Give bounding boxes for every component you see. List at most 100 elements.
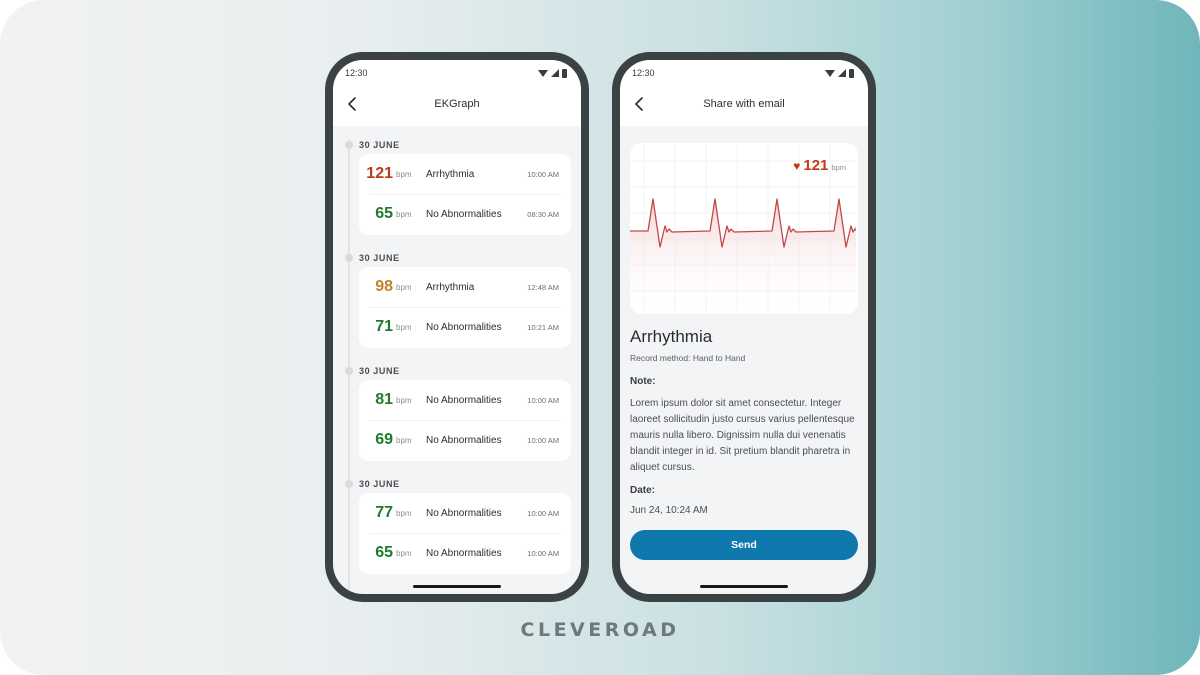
bpm-value: 98: [375, 278, 393, 295]
note-text: Lorem ipsum dolor sit amet consectetur. …: [630, 398, 855, 473]
date-label: Date:: [630, 485, 656, 496]
record-row[interactable]: 77 bpm No Abnormalities 10:00 AM: [359, 493, 571, 533]
bpm-unit: bpm: [396, 209, 412, 219]
share-screen: 12:30 Share with email ♥ 121 bpm Arrhyth…: [620, 60, 868, 594]
record-card: 121 bpm Arrhythmia 10:00 AM 65 bpm No Abnormal…: [359, 154, 571, 235]
diagnosis: No Abnormalities: [426, 321, 502, 333]
group-date-header: 30 JUNE: [345, 366, 400, 376]
signal-icon: [551, 69, 559, 77]
chevron-left-icon: [635, 97, 643, 111]
bpm-value: 121: [366, 165, 393, 182]
record-row[interactable]: 121 bpm Arrhythmia 10:00 AM: [359, 154, 571, 194]
back-button[interactable]: [632, 96, 646, 112]
record-list[interactable]: 30 JUNE 121 bpm Arrhythmia 10:00 AM 65 bpm No A…: [333, 126, 581, 594]
diagnosis: No Abnormalities: [426, 434, 502, 446]
bpm-unit: bpm: [396, 169, 412, 179]
ecg-card: ♥ 121 bpm: [630, 143, 858, 314]
timeline-dot: [345, 254, 353, 262]
record-row[interactable]: 98 bpm Arrhythmia 12:48 AM: [359, 267, 571, 307]
record-title: Arrhythmia: [630, 327, 713, 346]
group-date: 30 JUNE: [359, 140, 400, 150]
bpm-value: 69: [375, 431, 393, 448]
battery-icon: [562, 68, 567, 78]
record-row[interactable]: 71 bpm No Abnormalities 10:21 AM: [359, 307, 571, 347]
bpm-unit: bpm: [396, 395, 412, 405]
status-icons: [825, 68, 854, 78]
status-bar: 12:30: [345, 65, 567, 81]
background: 12:30 EKGraph 30 JUNE 121 bpm Arrhythmia…: [0, 0, 1200, 675]
bpm-unit: bpm: [396, 435, 412, 445]
record-time: 10:00 AM: [527, 169, 559, 179]
timeline-dot: [345, 367, 353, 375]
bpm-value: 81: [375, 391, 393, 408]
app-bar: 12:30 Share with email: [620, 60, 868, 126]
group-date-header: 30 JUNE: [345, 253, 400, 263]
phone-share: 12:30 Share with email ♥ 121 bpm Arrhyth…: [612, 52, 876, 602]
diagnosis: Arrhythmia: [426, 168, 475, 180]
record-time: 12:48 AM: [527, 282, 559, 292]
bpm-value: 77: [375, 504, 393, 521]
group-date: 30 JUNE: [359, 366, 400, 376]
send-button[interactable]: Send: [630, 530, 858, 560]
bpm-value: 65: [375, 544, 393, 561]
signal-icon: [838, 69, 846, 77]
heart-icon: ♥: [793, 159, 801, 173]
note-label: Note:: [630, 376, 656, 387]
record-detail: ♥ 121 bpm Arrhythmia Record method: Hand…: [620, 126, 868, 594]
home-indicator[interactable]: [700, 585, 788, 588]
bpm-unit: bpm: [396, 508, 412, 518]
back-button[interactable]: [345, 96, 359, 112]
row-divider: [369, 420, 561, 421]
record-row[interactable]: 81 bpm No Abnormalities 10:00 AM: [359, 380, 571, 420]
timeline-dot: [345, 480, 353, 488]
brand-logo: CLEVEROAD: [520, 619, 680, 641]
diagnosis: No Abnormalities: [426, 507, 502, 519]
date-value: Jun 24, 10:24 AM: [630, 505, 708, 516]
wifi-icon: [825, 69, 835, 77]
record-time: 10:00 AM: [527, 395, 559, 405]
diagnosis: No Abnormalities: [426, 208, 502, 220]
group-date-header: 30 JUNE: [345, 479, 400, 489]
record-time: 08:30 AM: [527, 209, 559, 219]
app-bar: 12:30 EKGraph: [333, 60, 581, 126]
record-method: Record method: Hand to Hand: [630, 353, 746, 363]
battery-icon: [849, 68, 854, 78]
page-title: EKGraph: [434, 98, 480, 110]
row-divider: [369, 194, 561, 195]
ekgraph-screen: 12:30 EKGraph 30 JUNE 121 bpm Arrhythmia…: [333, 60, 581, 594]
bpm-unit: bpm: [396, 548, 412, 558]
record-card: 77 bpm No Abnormalities 10:00 AM 65 bpm No Abn…: [359, 493, 571, 574]
record-card: 81 bpm No Abnormalities 10:00 AM 69 bpm No Abn…: [359, 380, 571, 461]
diagnosis: Arrhythmia: [426, 281, 475, 293]
record-time: 10:21 AM: [527, 322, 559, 332]
row-divider: [369, 533, 561, 534]
record-time: 10:00 AM: [527, 435, 559, 445]
record-time: 10:00 AM: [527, 548, 559, 558]
heart-rate-unit: bpm: [831, 163, 846, 172]
record-row[interactable]: 65 bpm No Abnormalities 10:00 AM: [359, 533, 571, 573]
record-card: 98 bpm Arrhythmia 12:48 AM 71 bpm No Abnormali…: [359, 267, 571, 348]
bpm-value: 65: [375, 205, 393, 222]
status-icons: [538, 68, 567, 78]
group-date-header: 30 JUNE: [345, 140, 400, 150]
ecg-area: [630, 199, 856, 314]
bpm-unit: bpm: [396, 322, 412, 332]
status-time: 12:30: [632, 68, 655, 78]
status-bar: 12:30: [632, 65, 854, 81]
home-indicator[interactable]: [413, 585, 501, 588]
group-date: 30 JUNE: [359, 479, 400, 489]
diagnosis: No Abnormalities: [426, 547, 502, 559]
chevron-left-icon: [348, 97, 356, 111]
diagnosis: No Abnormalities: [426, 394, 502, 406]
bpm-value: 71: [375, 318, 393, 335]
record-time: 10:00 AM: [527, 508, 559, 518]
heart-rate-badge: ♥ 121 bpm: [793, 157, 846, 174]
record-row[interactable]: 69 bpm No Abnormalities 10:00 AM: [359, 420, 571, 460]
row-divider: [369, 307, 561, 308]
bpm-unit: bpm: [396, 282, 412, 292]
record-row[interactable]: 65 bpm No Abnormalities 08:30 AM: [359, 194, 571, 234]
timeline-dot: [345, 141, 353, 149]
status-time: 12:30: [345, 68, 368, 78]
group-date: 30 JUNE: [359, 253, 400, 263]
wifi-icon: [538, 69, 548, 77]
